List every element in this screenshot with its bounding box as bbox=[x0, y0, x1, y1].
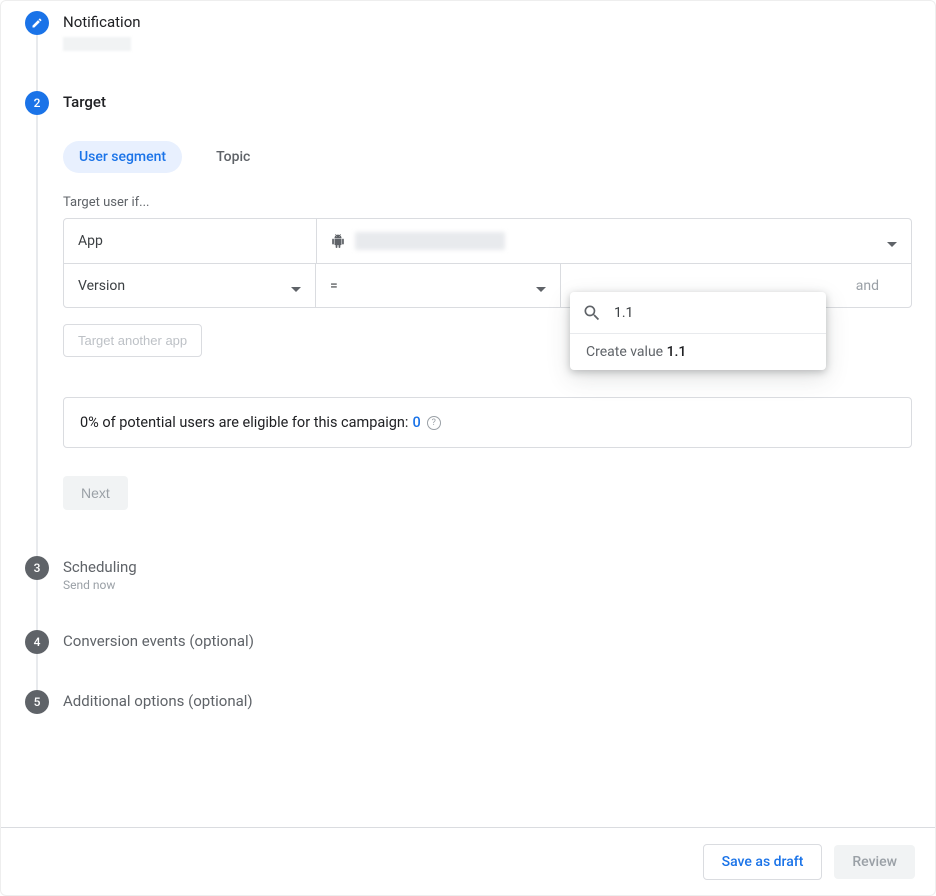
app-selector[interactable] bbox=[316, 219, 911, 263]
version-attr-label: Version bbox=[78, 278, 125, 294]
target-another-app-button[interactable]: Target another app bbox=[63, 324, 202, 357]
notification-subtitle-redacted bbox=[63, 37, 131, 51]
create-value-prefix: Create value bbox=[586, 344, 667, 360]
version-attribute-selector[interactable]: Version bbox=[64, 264, 316, 307]
eligibility-text: 0% of potential users are eligible for t… bbox=[80, 414, 408, 431]
version-value-dropdown: Create value 1.1 bbox=[570, 292, 826, 370]
pencil-icon bbox=[31, 17, 43, 29]
android-icon bbox=[331, 234, 345, 248]
and-label: and bbox=[856, 278, 897, 294]
search-icon bbox=[582, 303, 602, 323]
target-section-label: Target user if... bbox=[63, 195, 915, 210]
step-badge-scheduling[interactable]: 3 bbox=[25, 556, 49, 580]
version-operator-selector[interactable]: = bbox=[316, 264, 561, 307]
step-title-conversion: Conversion events (optional) bbox=[63, 630, 915, 650]
step-title-scheduling: Scheduling bbox=[63, 556, 915, 576]
eligibility-banner: 0% of potential users are eligible for t… bbox=[63, 397, 912, 448]
step-badge-additional[interactable]: 5 bbox=[25, 690, 49, 714]
eligibility-count: 0 bbox=[412, 414, 420, 431]
app-name-redacted bbox=[355, 232, 505, 250]
step-badge-target[interactable]: 2 bbox=[25, 91, 49, 115]
step-sub-scheduling: Send now bbox=[63, 578, 915, 592]
step-title-target: Target bbox=[63, 91, 915, 111]
app-row: App bbox=[64, 219, 911, 263]
chevron-down-icon bbox=[291, 281, 301, 291]
version-search-input[interactable] bbox=[614, 305, 814, 321]
tab-topic[interactable]: Topic bbox=[200, 141, 266, 173]
app-row-label: App bbox=[64, 219, 316, 263]
step-title-notification: Notification bbox=[63, 11, 915, 31]
footer: Save as draft Review bbox=[1, 827, 935, 895]
step-badge-notification[interactable] bbox=[25, 11, 49, 35]
save-as-draft-button[interactable]: Save as draft bbox=[703, 844, 823, 880]
tab-user-segment[interactable]: User segment bbox=[63, 141, 182, 173]
version-op-label: = bbox=[330, 278, 338, 294]
chevron-down-icon bbox=[536, 281, 546, 291]
review-button[interactable]: Review bbox=[834, 845, 915, 879]
create-value-value: 1.1 bbox=[667, 344, 687, 360]
step-title-additional: Additional options (optional) bbox=[63, 690, 915, 710]
chevron-down-icon bbox=[887, 236, 897, 246]
step-badge-conversion[interactable]: 4 bbox=[25, 630, 49, 654]
create-value-option[interactable]: Create value 1.1 bbox=[570, 334, 826, 370]
help-icon[interactable]: ? bbox=[427, 416, 441, 430]
next-button[interactable]: Next bbox=[63, 476, 128, 510]
